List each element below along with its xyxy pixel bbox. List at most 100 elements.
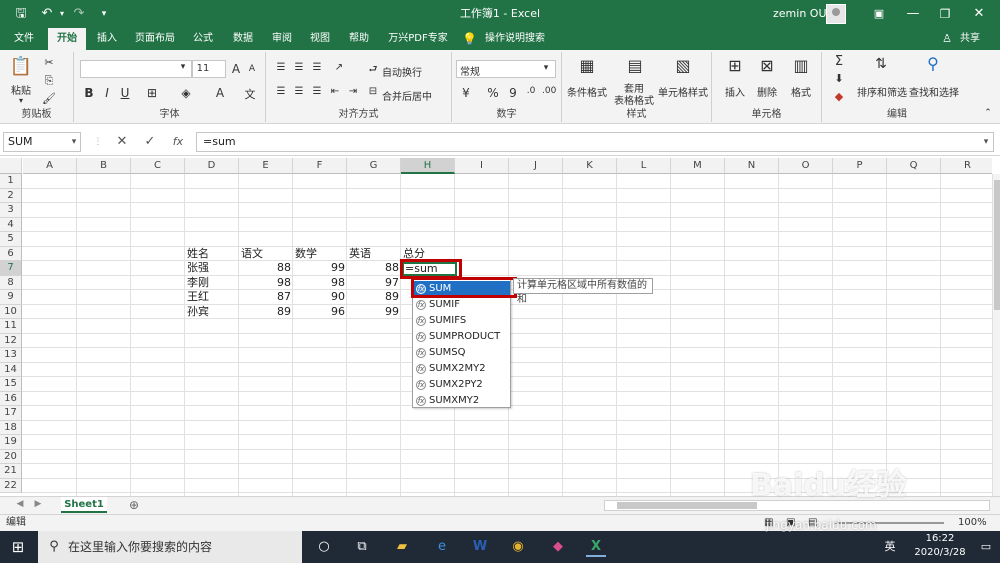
formula-input[interactable]: =sum [196, 132, 994, 152]
merge-center-button[interactable]: 合并后居中 [382, 88, 446, 103]
expand-formula-bar-icon[interactable]: ▾ [976, 132, 996, 152]
minimize-icon[interactable]: — [896, 0, 930, 28]
header-cell[interactable]: 姓名 [187, 247, 239, 261]
indent-increase-icon[interactable]: ⇥ [346, 86, 360, 97]
header-cell[interactable]: 数学 [295, 247, 347, 261]
paste-icon[interactable]: 📋 [8, 56, 34, 78]
column-header-l[interactable]: L [617, 158, 671, 174]
tab-help[interactable]: 帮助 [342, 28, 376, 50]
enter-icon[interactable]: ✓ [140, 132, 160, 152]
phonetic-icon[interactable]: 文 [242, 86, 258, 102]
sort-filter-button[interactable]: 排序和筛选 [856, 84, 908, 99]
row-header-13[interactable]: 13 [0, 348, 22, 363]
horizontal-scroll-thumb[interactable] [617, 502, 757, 509]
taskbar-search-input[interactable]: 在这里输入你要搜索的内容 [38, 531, 302, 563]
autocomplete-item[interactable]: fx SUMSQ [414, 345, 510, 361]
clock-time[interactable]: 16:22 [910, 533, 970, 544]
increase-decimal-icon[interactable]: .0 [524, 86, 538, 96]
tab-home[interactable]: 开始 [48, 28, 86, 50]
fill-icon[interactable]: ⬇ [832, 72, 846, 85]
font-name-dropdown-icon[interactable]: ▾ [176, 62, 190, 72]
score-cell[interactable]: 99 [295, 261, 347, 275]
clock-date[interactable]: 2020/3/28 [900, 547, 980, 558]
wrap-text-button[interactable]: 自动换行 [382, 64, 442, 79]
autocomplete-item[interactable]: fx SUMX2MY2 [414, 361, 510, 377]
cortana-icon[interactable]: ○ [314, 537, 334, 557]
column-header-r[interactable]: R [941, 158, 992, 174]
column-header-p[interactable]: P [833, 158, 887, 174]
header-cell[interactable]: 英语 [349, 247, 401, 261]
prev-sheet-icon[interactable]: ◀ [14, 499, 26, 509]
score-cell[interactable]: 89 [349, 290, 401, 304]
autocomplete-item[interactable]: fx SUMPRODUCT [414, 329, 510, 345]
decrease-decimal-icon[interactable]: .00 [542, 86, 556, 96]
autocomplete-item[interactable]: fx SUMIF [414, 297, 510, 313]
avatar[interactable] [826, 4, 846, 24]
column-header-f[interactable]: F [293, 158, 347, 174]
align-center-icon[interactable]: ☰ [292, 86, 306, 97]
cell-styles-icon[interactable]: ▧ [670, 56, 696, 75]
name-cell[interactable]: 王红 [187, 290, 239, 304]
windows-start-icon[interactable]: ⊞ [8, 537, 28, 557]
file-explorer-icon[interactable]: ▰ [392, 537, 412, 557]
score-cell[interactable]: 99 [349, 305, 401, 319]
cancel-icon[interactable]: ✕ [112, 132, 132, 152]
row-header-12[interactable]: 12 [0, 333, 22, 348]
row-header-22[interactable]: 22 [0, 478, 22, 493]
fill-color-icon[interactable]: ◈ [178, 86, 194, 100]
row-header-17[interactable]: 17 [0, 406, 22, 421]
wrap-text-icon[interactable]: ⮐ [366, 62, 380, 79]
header-cell[interactable]: 语文 [241, 247, 293, 261]
format-cells-icon[interactable]: ▥ [790, 56, 812, 75]
chrome-icon[interactable]: ◉ [508, 537, 528, 557]
format-cells-button[interactable]: 格式 [786, 84, 816, 99]
comma-button[interactable]: 9 [506, 86, 520, 100]
insert-cells-icon[interactable]: ⊞ [724, 56, 746, 75]
row-header-21[interactable]: 21 [0, 464, 22, 479]
border-icon[interactable]: ⊞ [144, 86, 160, 100]
currency-icon[interactable]: ¥ [458, 86, 474, 100]
bold-button[interactable]: B [82, 86, 96, 100]
tab-view[interactable]: 视图 [303, 28, 337, 50]
column-header-j[interactable]: J [509, 158, 563, 174]
tab-data[interactable]: 数据 [226, 28, 260, 50]
row-header-6[interactable]: 6 [0, 246, 22, 261]
ribbon-display-icon[interactable]: ▣ [862, 0, 896, 28]
format-painter-icon[interactable]: 🖌 [42, 92, 56, 105]
close-icon[interactable]: ✕ [962, 0, 996, 28]
score-cell[interactable]: 98 [295, 276, 347, 290]
conditional-format-button[interactable]: 条件格式 [564, 84, 610, 99]
merge-center-icon[interactable]: ⊟ [366, 86, 380, 97]
paste-button[interactable]: 粘贴 [6, 82, 36, 97]
autocomplete-item[interactable]: fx SUMXMY2 [414, 393, 510, 409]
row-header-3[interactable]: 3 [0, 203, 22, 218]
clear-icon[interactable]: ◆ [832, 90, 846, 103]
column-header-d[interactable]: D [185, 158, 239, 174]
italic-button[interactable]: I [100, 86, 114, 100]
tell-me-search[interactable]: 操作说明搜索 [480, 28, 550, 50]
row-header-20[interactable]: 20 [0, 449, 22, 464]
sheet-tab-sheet1[interactable]: Sheet1 [61, 497, 107, 513]
excel-icon[interactable]: X [586, 537, 606, 557]
select-all-corner[interactable] [0, 158, 22, 174]
align-middle-icon[interactable]: ☰ [292, 62, 306, 73]
font-shrink-icon[interactable]: A [246, 64, 258, 74]
insert-cells-button[interactable]: 插入 [720, 84, 750, 99]
score-cell[interactable]: 89 [241, 305, 293, 319]
tab-page-layout[interactable]: 页面布局 [130, 28, 180, 50]
find-select-button[interactable]: 查找和选择 [908, 84, 960, 99]
row-header-15[interactable]: 15 [0, 377, 22, 392]
insert-function-icon[interactable]: fx [168, 132, 188, 152]
column-header-c[interactable]: C [131, 158, 185, 174]
row-header-4[interactable]: 4 [0, 217, 22, 232]
row-header-19[interactable]: 19 [0, 435, 22, 450]
row-header-9[interactable]: 9 [0, 290, 22, 305]
row-header-2[interactable]: 2 [0, 188, 22, 203]
score-cell[interactable]: 98 [241, 276, 293, 290]
number-format-dropdown-icon[interactable]: ▾ [540, 63, 552, 73]
percent-button[interactable]: % [486, 86, 500, 100]
orientation-icon[interactable]: ↗ [332, 62, 346, 73]
conditional-format-icon[interactable]: ▦ [574, 56, 600, 75]
autosum-icon[interactable]: Σ [832, 54, 846, 69]
autocomplete-item[interactable]: fx SUMIFS [414, 313, 510, 329]
